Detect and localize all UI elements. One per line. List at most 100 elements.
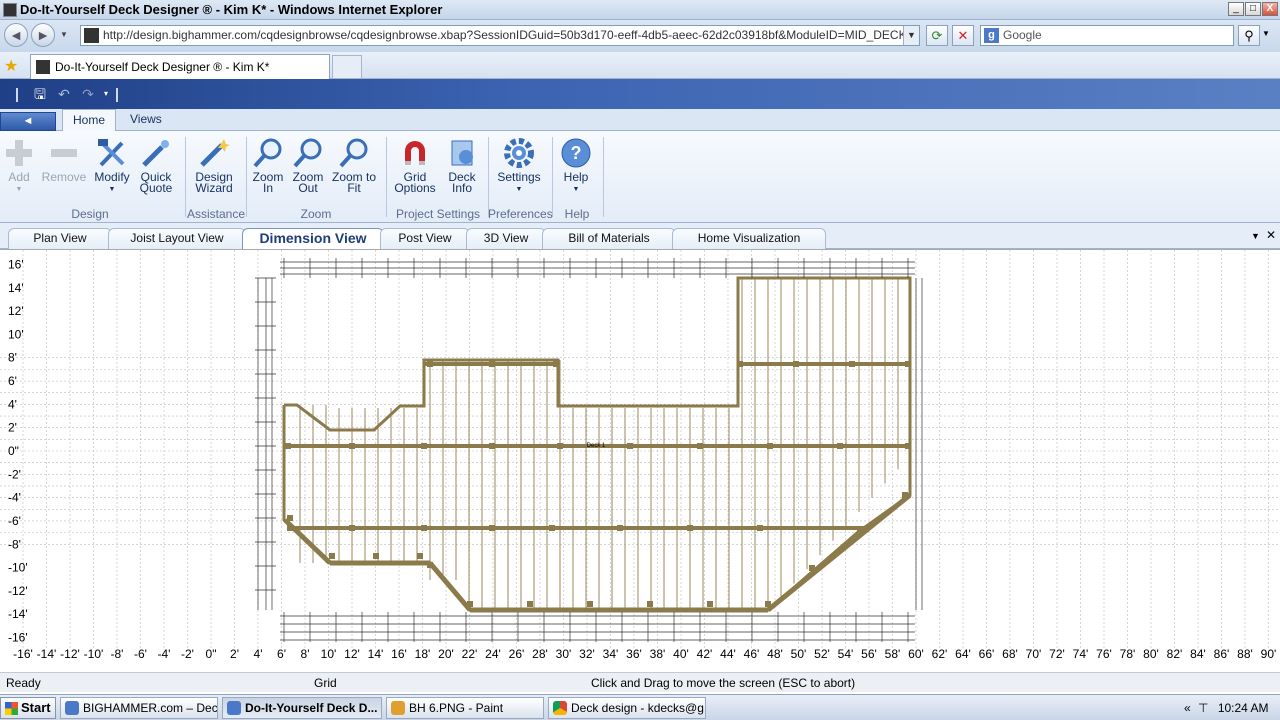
post-marker [285, 443, 291, 449]
customize-icon[interactable]: ▾ [98, 86, 114, 102]
post-marker [587, 601, 593, 607]
group-assistance-label: Assistance [186, 207, 246, 221]
help-button[interactable]: ? Help ▼ [558, 137, 594, 195]
task-item[interactable]: Do-It-Yourself Deck D... [222, 697, 382, 719]
tab-joist-layout-view[interactable]: Joist Layout View [108, 228, 246, 249]
x-tick-label: 8' [301, 647, 310, 661]
forward-button[interactable]: ► [31, 23, 55, 47]
redo-icon[interactable]: ↷ [80, 86, 96, 102]
site-icon [84, 28, 99, 43]
dimension-drawing[interactable]: 16' 14' 12' 10' 8' 6' 4' 2' 0" -2' -4' -6' -8' -10' -1… [0, 250, 1280, 663]
tab-3d-view[interactable]: 3D View [466, 228, 546, 249]
settings-label: Settings [497, 170, 541, 184]
add-label: Add [8, 170, 30, 184]
search-button-icon[interactable]: ⚲ [1238, 25, 1260, 46]
x-tick-label: 50' [791, 647, 807, 661]
undo-icon[interactable]: ↶ [56, 86, 72, 102]
new-tab-button[interactable] [332, 55, 362, 79]
search-options-icon[interactable]: ▼ [1262, 29, 1270, 38]
ie-icon [227, 701, 241, 715]
favorites-star-icon[interactable]: ★ [4, 56, 18, 76]
zoom-in-icon [252, 137, 284, 169]
tab-list-icon[interactable]: ▼ [1251, 231, 1260, 241]
maximize-button[interactable]: □ [1245, 2, 1261, 16]
y-tick-label: 12' [8, 304, 24, 318]
grid-lines [0, 250, 1280, 650]
quick-quote-button[interactable]: Quick Quote [136, 137, 176, 194]
group-design-label: Design [71, 207, 109, 221]
refresh-icon[interactable]: ⟳ [926, 25, 948, 46]
minimize-button[interactable]: _ [1228, 2, 1244, 16]
stop-icon[interactable]: ✕ [952, 25, 974, 46]
tab-home[interactable]: Home [62, 109, 117, 131]
network-icon[interactable]: ⊤ [1198, 701, 1208, 715]
tab-controls: ▼ ✕ [1251, 228, 1276, 242]
x-tick-label: -12' [60, 647, 80, 661]
back-button[interactable]: ◄ [4, 23, 28, 47]
url-dropdown-icon[interactable]: ▼ [903, 26, 919, 45]
recent-pages-arrow-icon[interactable]: ▼ [60, 30, 68, 39]
zoom-fit-label-2: Fit [347, 181, 361, 195]
y-tick-label: 2' [8, 421, 17, 435]
x-tick-label: -6' [134, 647, 147, 661]
zoom-in-button[interactable]: Zoom In [250, 137, 286, 194]
grid-options-button[interactable]: Grid Options [392, 137, 438, 194]
tab-bill-of-materials[interactable]: Bill of Materials [542, 228, 676, 249]
browser-tab[interactable]: Do-It-Yourself Deck Designer ® - Kim K* [30, 54, 330, 79]
rim-joist [766, 493, 912, 612]
post-marker [427, 562, 433, 568]
deck-canvas[interactable]: 16' 14' 12' 10' 8' 6' 4' 2' 0" -2' -4' -6' -8' -10' -1… [0, 249, 1280, 663]
title-bar: Do-It-Yourself Deck Designer ® - Kim K* … [0, 0, 1280, 20]
task-label: BH 6.PNG - Paint [409, 701, 504, 715]
x-tick-label: 6' [277, 647, 286, 661]
zoom-in-label-2: In [262, 181, 273, 195]
tab-views[interactable]: Views [120, 109, 172, 131]
post-marker [287, 525, 293, 531]
tab-home-visualization[interactable]: Home Visualization [672, 228, 826, 249]
settings-button[interactable]: Settings ▼ [494, 137, 544, 195]
close-tab-icon[interactable]: ✕ [1266, 228, 1276, 242]
x-tick-label: 16' [391, 647, 407, 661]
add-button[interactable]: Add ▼ [2, 137, 36, 195]
tab-post-view[interactable]: Post View [380, 228, 470, 249]
design-wizard-button[interactable]: Design Wizard [192, 137, 236, 194]
x-tick-label: 64' [955, 647, 971, 661]
x-tick-label: 70' [1026, 647, 1042, 661]
post-marker [553, 361, 559, 367]
zoom-out-button[interactable]: Zoom Out [290, 137, 326, 194]
remove-button[interactable]: Remove [40, 137, 88, 183]
deck-info-button[interactable]: Deck Info [442, 137, 482, 194]
application-menu-button[interactable]: ◄ [0, 112, 56, 131]
tray-expand-icon[interactable]: « [1184, 701, 1191, 715]
post-marker [757, 525, 763, 531]
save-icon[interactable]: 🖫 [32, 86, 48, 102]
task-item[interactable]: BIGHAMMER.com – Deck... [60, 697, 218, 719]
x-tick-label: -16' [13, 647, 33, 661]
y-tick-label: -8' [8, 537, 21, 551]
url-field[interactable]: http://design.bighammer.com/cqdesignbrow… [80, 25, 920, 46]
tab-dimension-view[interactable]: Dimension View [242, 228, 384, 249]
wizard-label: Wizard [195, 181, 233, 195]
close-button[interactable]: X [1262, 2, 1278, 16]
tab-plan-view[interactable]: Plan View [8, 228, 112, 249]
task-item[interactable]: BH 6.PNG - Paint [386, 697, 544, 719]
post-marker [902, 492, 908, 498]
x-tick-label: 66' [979, 647, 995, 661]
search-input[interactable]: g Google [980, 25, 1234, 46]
status-bar: Ready Grid Click and Drag to move the sc… [0, 672, 1280, 692]
x-tick-label: 46' [744, 647, 760, 661]
post-marker [687, 525, 693, 531]
modify-button[interactable]: Modify ▼ [92, 137, 132, 195]
start-button[interactable]: Start [0, 697, 56, 719]
zoom-to-fit-button[interactable]: Zoom to Fit [330, 137, 378, 194]
post-marker [329, 553, 335, 559]
task-item[interactable]: Deck design - kdecks@g... [548, 697, 706, 719]
y-tick-label: 16' [8, 257, 24, 271]
status-grid: Grid [314, 676, 337, 690]
x-tick-label: -10' [84, 647, 104, 661]
x-tick-label: 48' [767, 647, 783, 661]
x-tick-label: -8' [111, 647, 124, 661]
deck-info-icon [446, 137, 478, 169]
x-tick-label: 82' [1167, 647, 1183, 661]
group-zoom-label: Zoom [300, 207, 332, 221]
